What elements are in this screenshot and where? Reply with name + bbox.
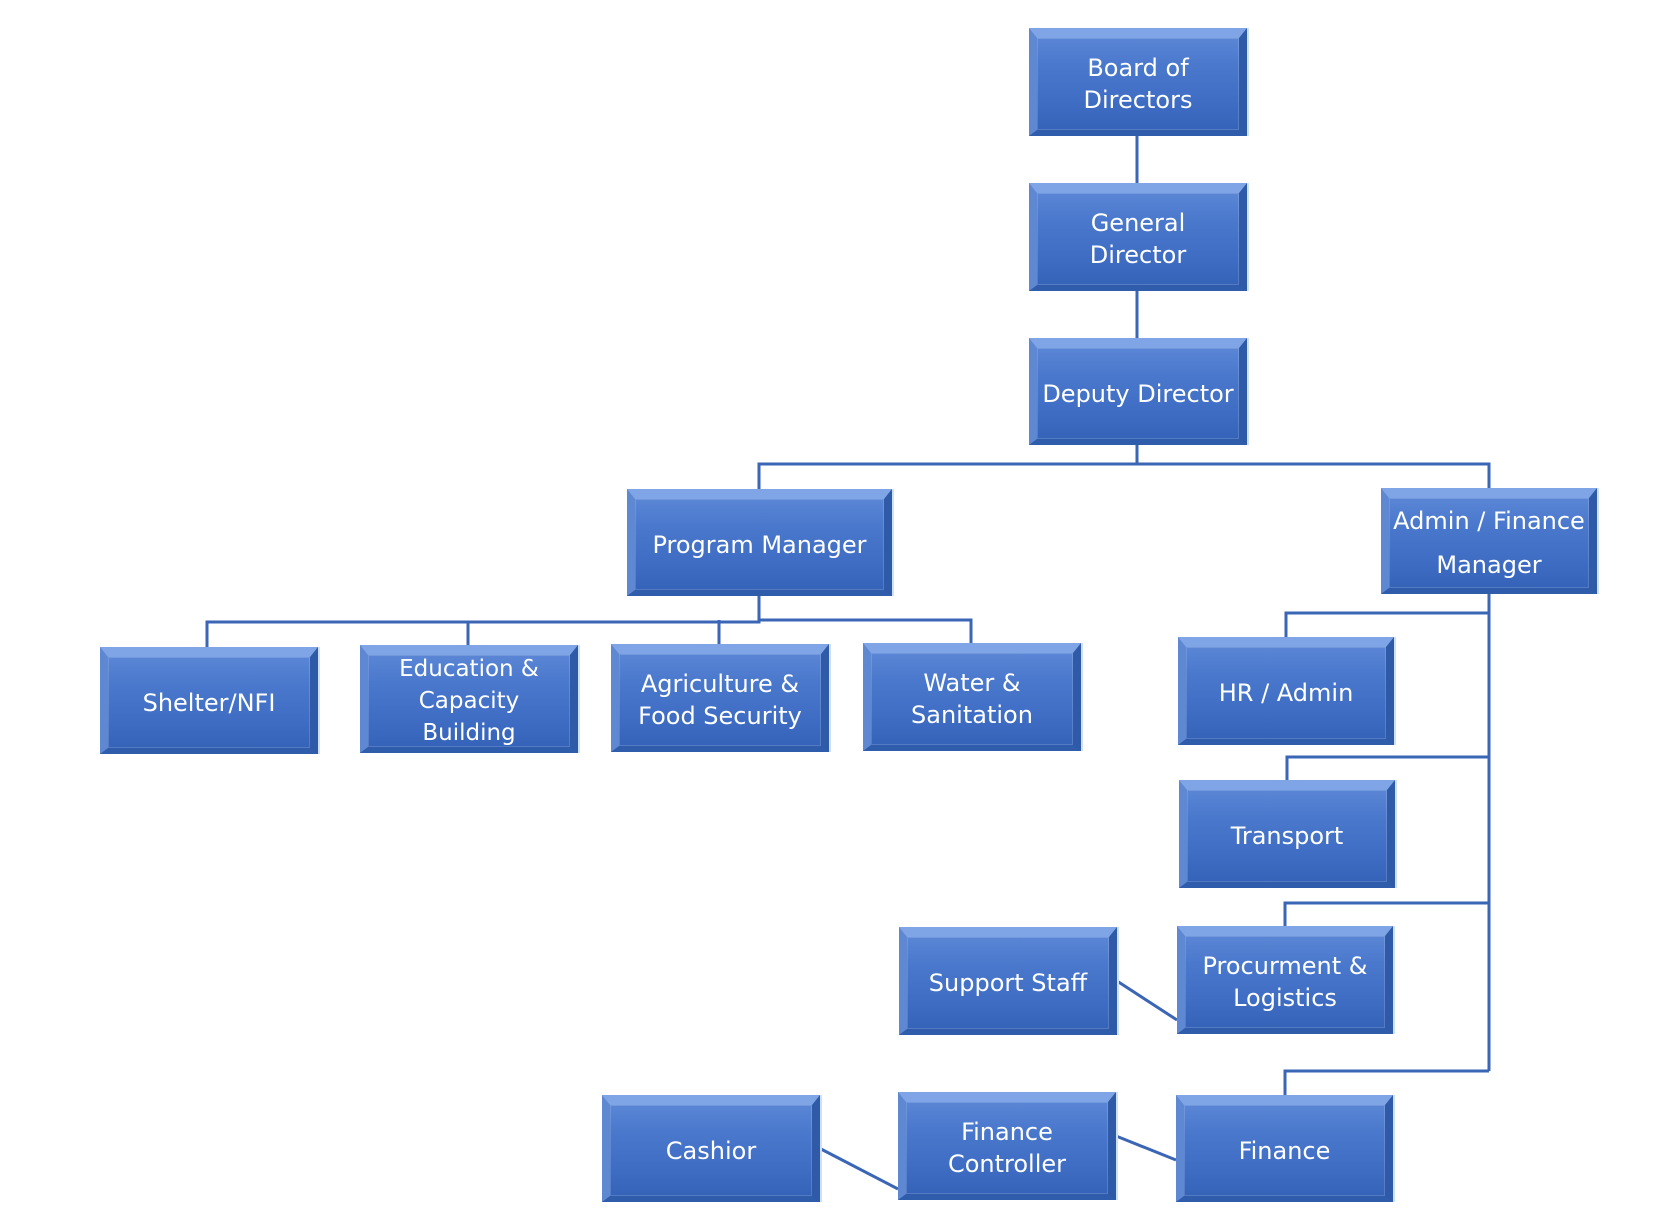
- connector-procurement-support: [1116, 979, 1178, 1022]
- connector-program-water: [759, 618, 973, 643]
- node-label: Finance: [1238, 1136, 1331, 1165]
- node-label: Finance Controller: [947, 1118, 1067, 1178]
- connector-admin-finance: [1283, 1069, 1489, 1095]
- node-label: Agriculture & Food Security: [638, 670, 802, 730]
- node-cashier: Cashior: [602, 1095, 820, 1202]
- node-label: Support Staff: [928, 969, 1088, 997]
- connector-admin-procurement: [1283, 901, 1489, 926]
- node-label: Transport: [1230, 822, 1344, 850]
- connector-admin-transport: [1285, 755, 1489, 780]
- connector-deputy-program: [757, 445, 1139, 489]
- node-finance: Finance: [1176, 1095, 1393, 1202]
- connector-finance-finctrl: [1115, 1134, 1177, 1162]
- node-agriculture-food-security: Agriculture & Food Security: [611, 644, 829, 752]
- node-water-sanitation: Water & Sanitation: [863, 643, 1081, 751]
- node-shelter-nfi: Shelter/NFI: [100, 647, 318, 754]
- node-program-manager: Program Manager: [627, 489, 892, 596]
- connector-deputy-admin: [1137, 462, 1491, 488]
- node-general-director: General Director: [1029, 183, 1247, 291]
- connector-admin-hr: [1284, 611, 1489, 637]
- node-board-of-directors: Board of Directors: [1029, 28, 1247, 136]
- node-label: Education & Capacity Building: [399, 656, 539, 746]
- node-label: Shelter/NFI: [142, 688, 276, 717]
- node-transport: Transport: [1179, 780, 1395, 888]
- connector-finctrl-cashier: [818, 1146, 899, 1191]
- node-label: Cashior: [665, 1136, 757, 1165]
- node-education-capacity-building: Education & Capacity Building: [360, 645, 578, 753]
- node-label: Board of Directors: [1083, 54, 1193, 114]
- connector-layer: [205, 136, 1491, 1191]
- node-label: Program Manager: [652, 530, 867, 559]
- node-deputy-director: Deputy Director: [1029, 338, 1247, 445]
- node-hr-admin: HR / Admin: [1178, 637, 1394, 745]
- node-support-staff: Support Staff: [899, 927, 1117, 1035]
- node-label: Deputy Director: [1042, 379, 1234, 408]
- node-label: HR / Admin: [1218, 679, 1354, 707]
- node-label: Water & Sanitation: [911, 669, 1033, 729]
- node-finance-controller: Finance Controller: [898, 1092, 1116, 1200]
- node-admin-finance-manager: Admin / Finance Manager: [1381, 488, 1597, 594]
- node-procurement-logistics: Procurment & Logistics: [1177, 926, 1393, 1034]
- node-label: Procurment & Logistics: [1202, 952, 1368, 1012]
- node-label: Admin / Finance Manager: [1393, 507, 1585, 579]
- node-label: General Director: [1089, 209, 1187, 269]
- connector-program-shelter: [205, 596, 761, 647]
